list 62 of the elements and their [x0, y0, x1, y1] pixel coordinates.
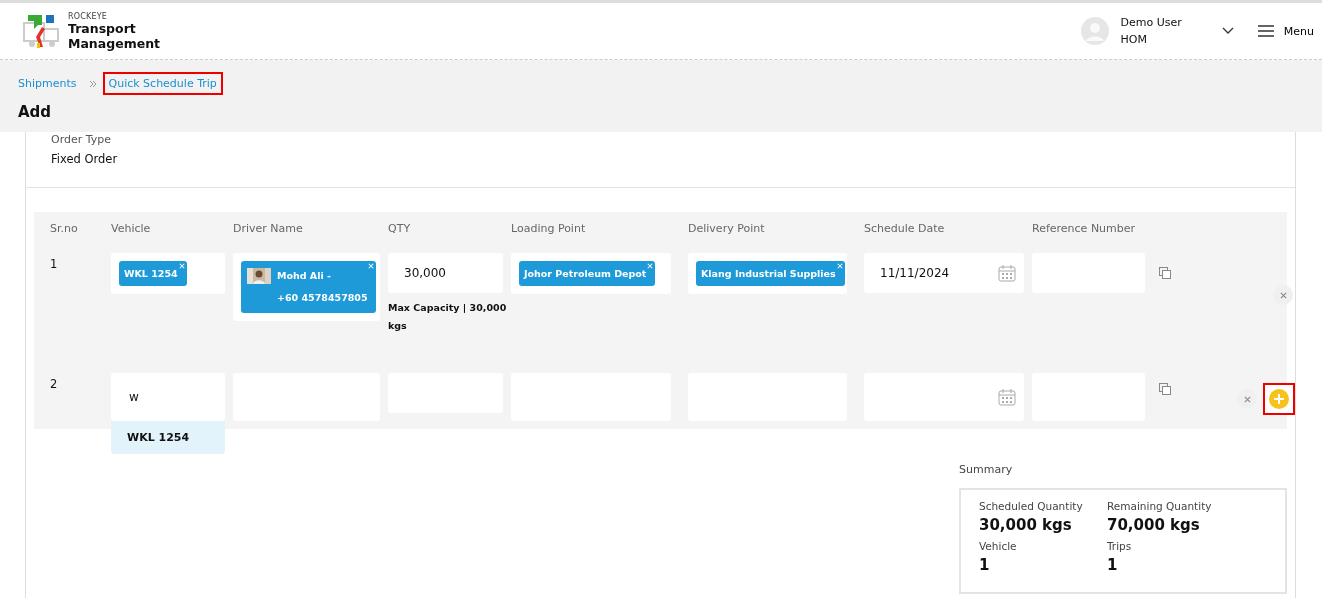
column-header: Reference Number	[1032, 222, 1137, 235]
field-value: Fixed Order	[51, 152, 119, 166]
add-row-button[interactable]	[1263, 383, 1295, 415]
column-header: Schedule Date	[864, 222, 946, 235]
loading-point-field[interactable]: Johor Petroleum Depot	[511, 253, 671, 294]
app-title: Transport Management	[68, 20, 158, 51]
date-field[interactable]	[864, 373, 1024, 421]
remove-row-button[interactable]	[1273, 285, 1293, 305]
chevron-down-icon[interactable]	[1221, 27, 1234, 35]
calendar-icon[interactable]	[998, 388, 1016, 406]
close-icon	[1243, 395, 1251, 403]
column-header: Delivery Point	[688, 222, 766, 235]
section-title: Summary	[959, 463, 1014, 476]
column-header: Vehicle	[111, 222, 152, 235]
avatar-icon	[1080, 17, 1109, 45]
page-title: Add	[18, 103, 53, 121]
close-icon[interactable]	[178, 263, 185, 269]
delivery-point-field[interactable]: Klang Industrial Supplies	[688, 253, 847, 294]
tag-chip: WKL 1254	[119, 261, 187, 286]
dropdown-option[interactable]: WKL 1254	[111, 421, 225, 454]
logo-icon	[22, 13, 62, 49]
close-icon[interactable]	[647, 263, 654, 269]
stat-value: 30,000 kgs	[979, 516, 1073, 534]
calendar-icon[interactable]	[998, 264, 1016, 282]
column-header: Driver Name	[233, 222, 304, 235]
typed-text: w	[129, 390, 139, 404]
stat-label: Remaining Quantity	[1107, 500, 1213, 512]
stat-value: 70,000 kgs	[1107, 516, 1201, 534]
quantity-field[interactable]: 30,000	[388, 253, 503, 293]
brand-tagline: ROCKEYE	[68, 11, 109, 21]
user-name: Demo User	[1120, 15, 1182, 31]
vehicle-field[interactable]: WKL 1254	[111, 253, 225, 294]
row-number: 2	[50, 376, 59, 391]
column-header: Loading Point	[511, 222, 587, 235]
close-icon[interactable]	[367, 263, 374, 269]
stat-label: Vehicle	[979, 540, 1018, 552]
stat-value: 1	[1107, 556, 1119, 574]
copy-icon[interactable]	[1159, 383, 1171, 395]
vehicle-field[interactable]: w	[111, 373, 225, 421]
stat-label: Trips	[1107, 540, 1133, 552]
close-icon	[1279, 291, 1287, 299]
chevron-right-icon	[88, 79, 97, 88]
breadcrumb-link[interactable]: Quick Schedule Trip	[102, 72, 223, 95]
column-header: Sr.no	[50, 222, 79, 235]
close-icon[interactable]	[836, 263, 843, 269]
stat-label: Scheduled Quantity	[979, 500, 1084, 512]
copy-icon[interactable]	[1159, 267, 1171, 279]
field-label: Order Type	[51, 132, 113, 146]
user-role: HOM	[1120, 32, 1148, 48]
remove-row-button[interactable]	[1237, 389, 1257, 409]
driver-field[interactable]: Mohd Ali - +60 4578457805	[233, 253, 380, 321]
row-number: 1	[50, 256, 59, 271]
stat-value: 1	[979, 556, 991, 574]
menu-button[interactable]: Menu	[1257, 24, 1314, 38]
menu-icon	[1257, 25, 1274, 37]
breadcrumb-link[interactable]: Shipments	[12, 72, 83, 95]
date-field[interactable]: 11/11/2024	[864, 253, 1024, 293]
driver-chip: Mohd Ali - +60 4578457805	[241, 261, 376, 313]
column-header: QTY	[388, 222, 412, 235]
tag-chip: Johor Petroleum Depot	[519, 261, 656, 286]
capacity-note: Max Capacity | 30,000 kgs	[388, 301, 508, 333]
tag-chip: Klang Industrial Supplies	[696, 261, 845, 286]
